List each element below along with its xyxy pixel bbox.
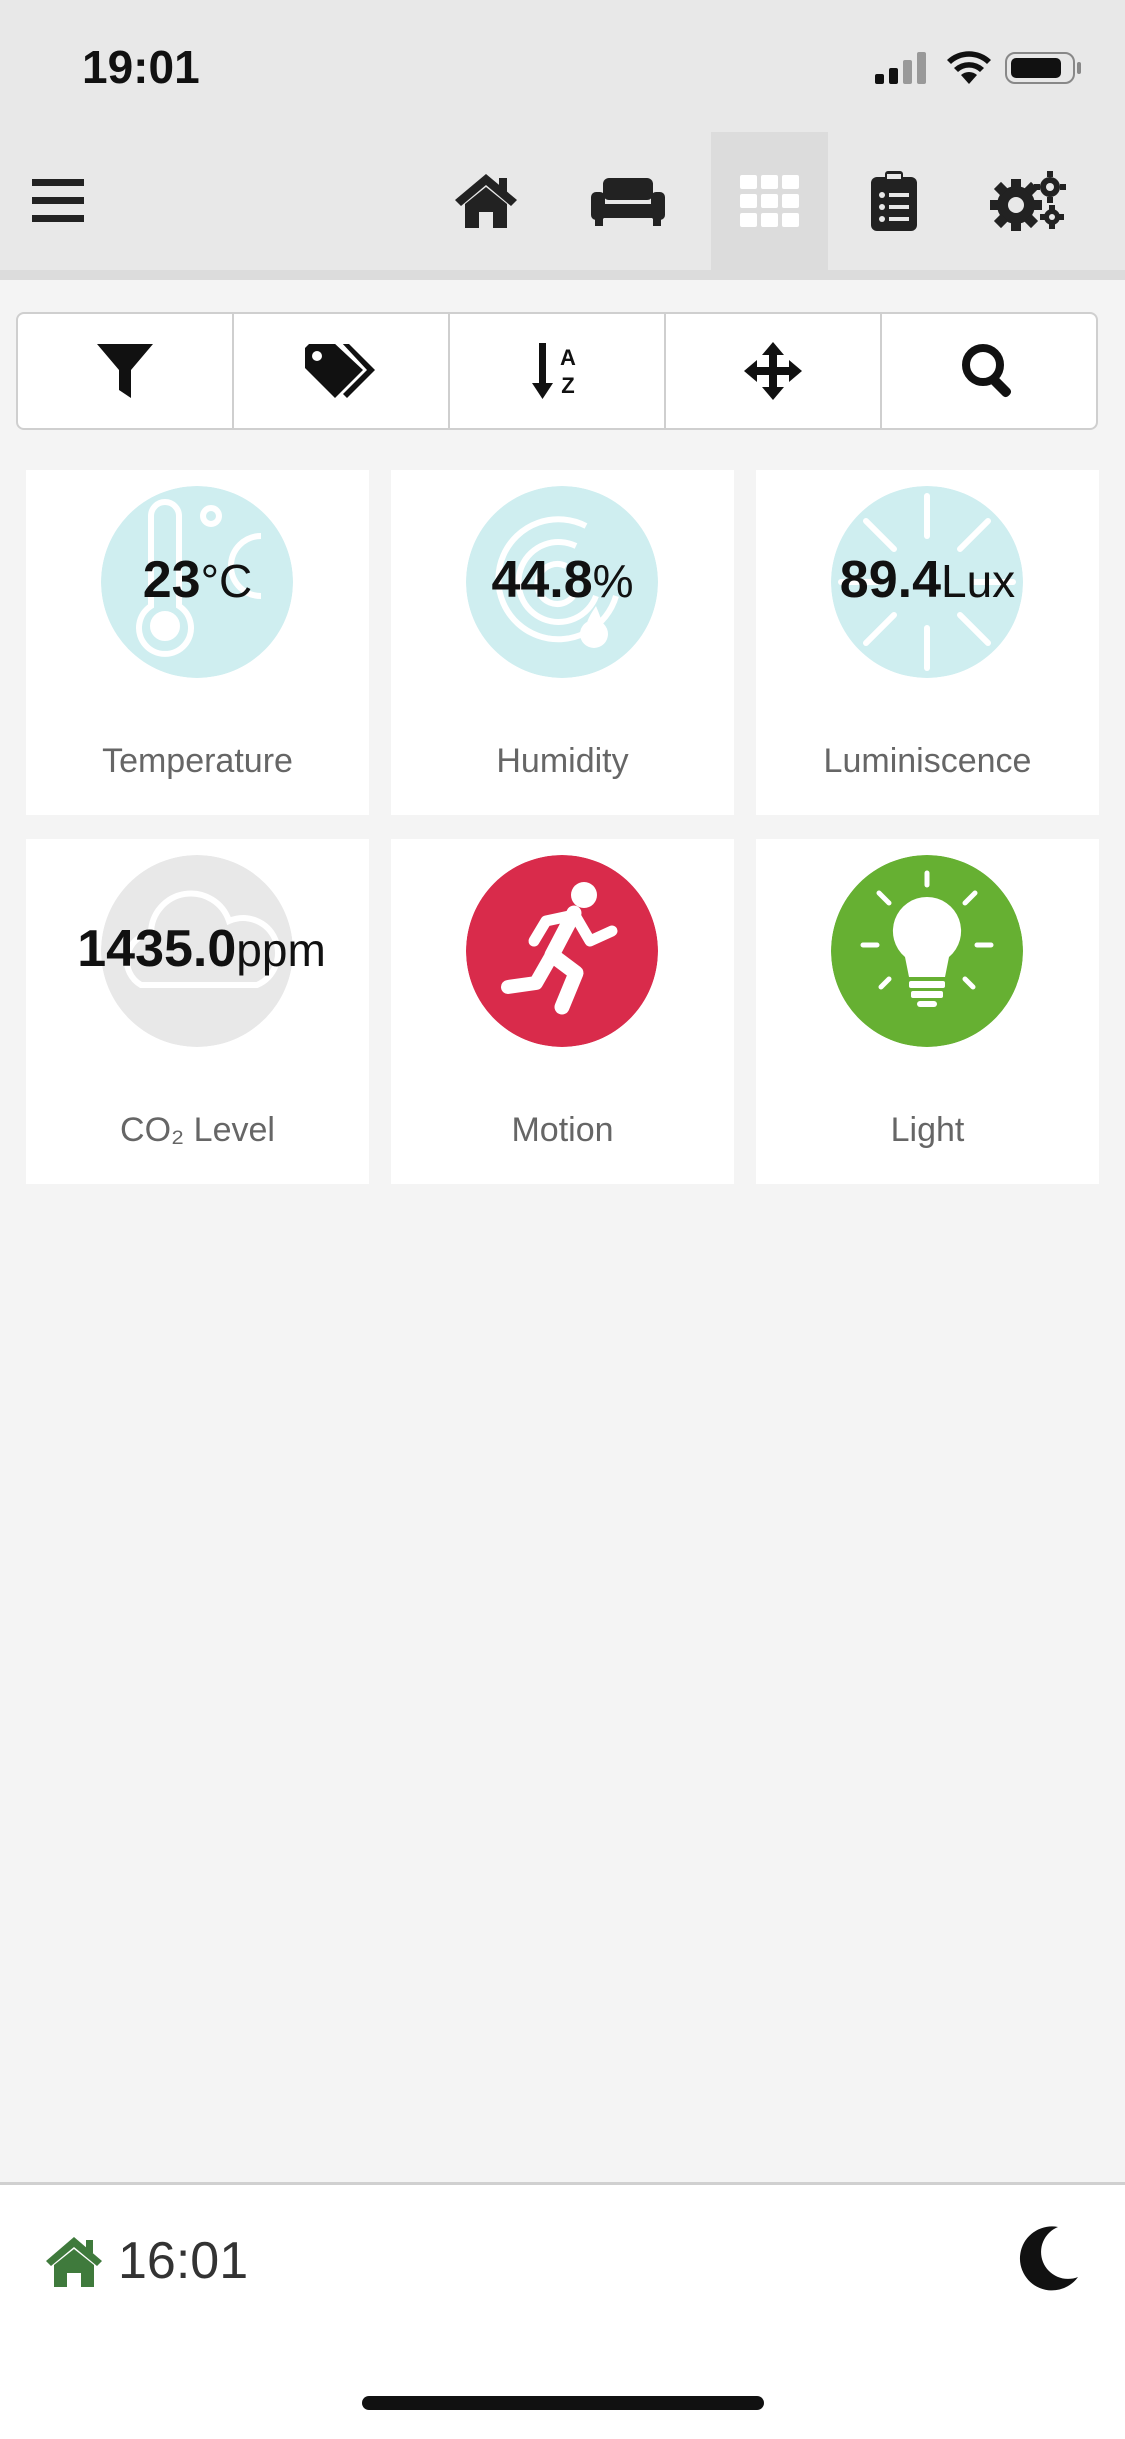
tile-co2[interactable]: 1435.0ppm CO₂ Level [26,839,369,1184]
humidity-label: Humidity [496,742,629,780]
svg-text:A: A [560,345,576,370]
wifi-icon [947,51,991,84]
light-label: Light [890,1111,965,1149]
temperature-value: 23 [142,551,201,609]
tags-icon [305,344,375,398]
search-icon [962,344,1012,398]
svg-text:Z: Z [561,373,574,398]
log-nav-button[interactable] [836,132,952,270]
status-bar: 19:01 [0,0,1125,132]
tile-light[interactable]: Light [756,839,1099,1184]
tile-value: 44.8% [391,550,734,610]
tile-value: 1435.0ppm [30,919,373,979]
temperature-unit: °C [200,555,253,607]
clipboard-icon [871,171,917,231]
tile-humidity[interactable]: 44.8% Humidity [391,470,734,815]
humidity-value: 44.8 [491,551,593,609]
grid-icon [739,175,799,227]
moon-icon[interactable] [1018,2225,1080,2291]
settings-nav-button[interactable] [970,132,1086,270]
filter-button[interactable] [18,314,234,428]
gears-icon [990,171,1066,231]
temperature-label: Temperature [102,742,293,780]
sort-button[interactable]: A Z [450,314,666,428]
move-arrows-icon [744,342,802,400]
menu-button[interactable] [0,132,116,270]
motion-label: Motion [511,1111,614,1149]
humidity-unit: % [592,555,634,607]
footer-time: 16:01 [118,2232,249,2290]
move-button[interactable] [666,314,882,428]
luminiscence-label: Luminiscence [823,742,1032,780]
toolbar: A Z [16,312,1098,430]
couch-icon [591,178,665,226]
home-icon [46,2237,102,2287]
top-nav [0,132,1125,280]
battery-icon [1005,52,1081,84]
tile-motion[interactable]: Motion [391,839,734,1184]
devices-nav-button[interactable] [711,132,828,270]
luminiscence-unit: Lux [941,555,1016,607]
filter-icon [97,344,153,398]
tile-value: 23°C [26,550,369,610]
tile-value: 89.4Lux [756,550,1099,610]
rooms-nav-button[interactable] [570,132,686,270]
tile-circle [831,855,1023,1047]
signal-icon [875,52,926,84]
tile-circle [466,855,658,1047]
tile-temperature[interactable]: 23°C Temperature [26,470,369,815]
status-time: 19:01 [82,41,200,93]
menu-icon [32,179,84,222]
status-icons [875,48,1085,88]
co2-unit: ppm [236,924,326,976]
search-button[interactable] [882,314,1096,428]
co2-label: CO₂ Level [120,1111,275,1149]
tags-button[interactable] [234,314,450,428]
home-indicator [362,2396,764,2410]
tile-luminiscence[interactable]: 89.4Lux Luminiscence [756,470,1099,815]
luminiscence-value: 89.4 [839,551,942,609]
home-icon [455,174,517,228]
co2-value: 1435.0 [77,920,237,978]
sort-alpha-icon: A Z [532,343,576,399]
home-nav-button[interactable] [428,132,544,270]
